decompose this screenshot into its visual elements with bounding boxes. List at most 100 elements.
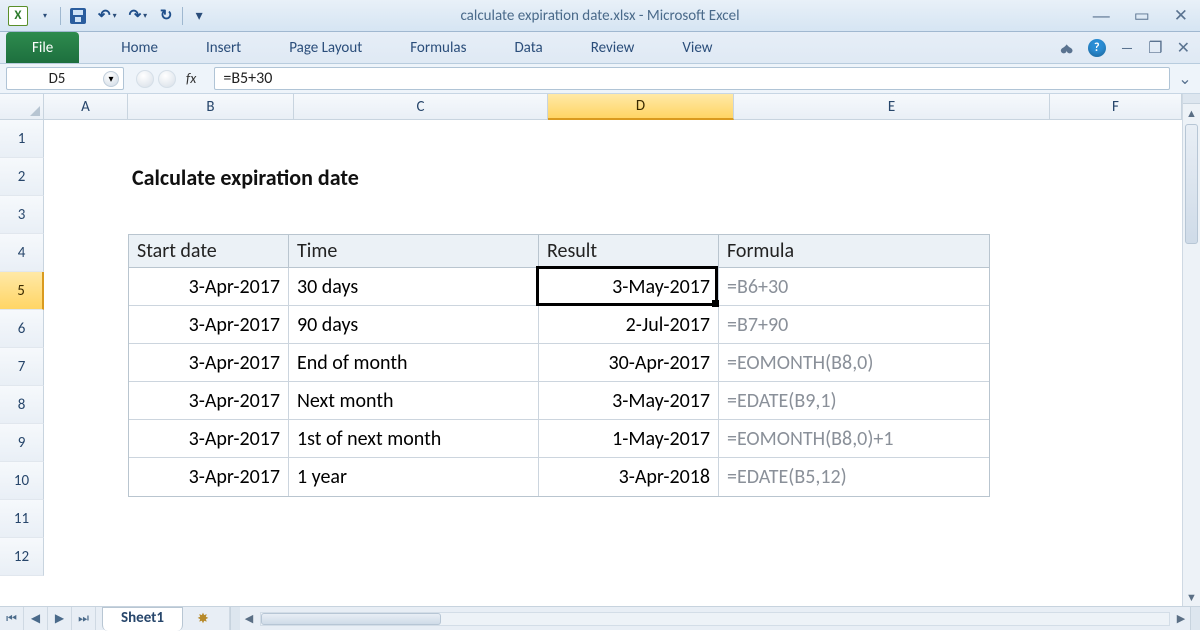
- workbook-minimize-button[interactable]: ―: [1120, 39, 1134, 58]
- cell-start[interactable]: 3-Apr-2017: [129, 268, 289, 305]
- save-button[interactable]: [67, 5, 89, 27]
- workbook-restore-button[interactable]: ❐: [1148, 38, 1162, 58]
- scroll-up-icon[interactable]: ▲: [1183, 104, 1200, 122]
- redo-button[interactable]: ↷: [126, 5, 151, 27]
- tab-view[interactable]: View: [658, 32, 736, 63]
- first-sheet-button[interactable]: ⏮: [0, 607, 24, 630]
- row-header-8[interactable]: 8: [0, 386, 44, 424]
- horizontal-scroll-thumb[interactable]: [261, 613, 441, 625]
- horizontal-scrollbar[interactable]: ◀ ▶: [229, 607, 1200, 630]
- formula-input[interactable]: =B5+30: [214, 67, 1170, 90]
- row-header-10[interactable]: 10: [0, 462, 44, 500]
- tab-insert[interactable]: Insert: [182, 32, 265, 63]
- new-sheet-button[interactable]: ✸: [189, 607, 217, 630]
- cell-result[interactable]: 3-May-2017: [539, 268, 719, 305]
- table-row[interactable]: 3-Apr-2017End of month30-Apr-2017=EOMONT…: [129, 344, 989, 382]
- file-tab[interactable]: File: [6, 32, 79, 63]
- help-icon[interactable]: ?: [1088, 39, 1106, 57]
- cell-formula[interactable]: =EDATE(B9,1): [719, 382, 989, 419]
- sheet-tab-sheet1[interactable]: Sheet1: [102, 607, 183, 631]
- table-row[interactable]: 3-Apr-201790 days2-Jul-2017=B7+90: [129, 306, 989, 344]
- table-row[interactable]: 3-Apr-20171st of next month1-May-2017=EO…: [129, 420, 989, 458]
- repeat-button[interactable]: ↻: [156, 5, 176, 27]
- scroll-right-icon[interactable]: ▶: [1172, 612, 1190, 625]
- cell-result[interactable]: 1-May-2017: [539, 420, 719, 457]
- select-all-cells[interactable]: [0, 94, 44, 120]
- cell-formula[interactable]: =EOMONTH(B8,0): [719, 344, 989, 381]
- qat-customize-dropdown[interactable]: ▾: [189, 5, 209, 27]
- row-header-3[interactable]: 3: [0, 196, 44, 234]
- row-header-2[interactable]: 2: [0, 158, 44, 196]
- cell-formula[interactable]: =EOMONTH(B8,0)+1: [719, 420, 989, 457]
- cell-formula[interactable]: =B7+90: [719, 306, 989, 343]
- prev-sheet-button[interactable]: ◀: [24, 607, 48, 630]
- cell-time[interactable]: 30 days: [289, 268, 539, 305]
- vertical-split-handle[interactable]: [1183, 94, 1200, 104]
- cell-time[interactable]: 1 year: [289, 458, 539, 496]
- vertical-scrollbar[interactable]: ▲ ▼: [1182, 94, 1200, 606]
- cell-time[interactable]: End of month: [289, 344, 539, 381]
- scroll-left-icon[interactable]: ◀: [240, 612, 258, 625]
- next-sheet-button[interactable]: ▶: [48, 607, 72, 630]
- cell-time[interactable]: 90 days: [289, 306, 539, 343]
- row-header-9[interactable]: 9: [0, 424, 44, 462]
- row-header-5[interactable]: 5: [0, 272, 44, 310]
- horizontal-split-handle[interactable]: [1190, 607, 1200, 630]
- vertical-scroll-thumb[interactable]: [1185, 124, 1198, 244]
- last-sheet-button[interactable]: ⏭: [72, 607, 96, 630]
- tab-data[interactable]: Data: [490, 32, 566, 63]
- row-header-1[interactable]: 1: [0, 120, 44, 158]
- column-header-B[interactable]: B: [128, 94, 294, 120]
- workbook-close-button[interactable]: ✕: [1177, 38, 1190, 58]
- worksheet-grid[interactable]: ABCDEF 123456789101112 Calculate expirat…: [0, 94, 1200, 606]
- vertical-scroll-track[interactable]: [1183, 122, 1200, 588]
- excel-app-icon[interactable]: X: [8, 6, 28, 26]
- cell-result[interactable]: 30-Apr-2017: [539, 344, 719, 381]
- tab-review[interactable]: Review: [567, 32, 659, 63]
- cell-result[interactable]: 2-Jul-2017: [539, 306, 719, 343]
- cell-start[interactable]: 3-Apr-2017: [129, 420, 289, 457]
- cell-start[interactable]: 3-Apr-2017: [129, 344, 289, 381]
- table-row[interactable]: 3-Apr-2017Next month3-May-2017=EDATE(B9,…: [129, 382, 989, 420]
- row-header-12[interactable]: 12: [0, 538, 44, 576]
- close-button[interactable]: ✕: [1174, 6, 1188, 26]
- cell-result[interactable]: 3-Apr-2018: [539, 458, 719, 496]
- save-icon: [70, 8, 86, 24]
- maximize-button[interactable]: ▭: [1134, 6, 1150, 26]
- cell-time[interactable]: Next month: [289, 382, 539, 419]
- cell-result[interactable]: 3-May-2017: [539, 382, 719, 419]
- tab-split-handle[interactable]: [230, 607, 240, 630]
- column-header-F[interactable]: F: [1050, 94, 1182, 120]
- column-header-A[interactable]: A: [44, 94, 128, 120]
- cell-start[interactable]: 3-Apr-2017: [129, 306, 289, 343]
- row-header-7[interactable]: 7: [0, 348, 44, 386]
- formula-text: =B5+30: [223, 69, 272, 88]
- cell-formula[interactable]: =B6+30: [719, 268, 989, 305]
- undo-button[interactable]: ↶: [95, 5, 120, 27]
- cell-start[interactable]: 3-Apr-2017: [129, 382, 289, 419]
- ribbon-minimize-icon[interactable]: ❤: [1060, 38, 1073, 58]
- row-header-11[interactable]: 11: [0, 500, 44, 538]
- horizontal-scroll-track[interactable]: [260, 612, 1170, 626]
- tab-formulas[interactable]: Formulas: [386, 32, 490, 63]
- cell-formula[interactable]: =EDATE(B5,12): [719, 458, 989, 496]
- name-box-value: D5: [11, 70, 103, 88]
- name-box[interactable]: D5 ▾: [6, 67, 124, 90]
- tab-home[interactable]: Home: [97, 32, 182, 63]
- tab-page-layout[interactable]: Page Layout: [265, 32, 386, 63]
- column-header-E[interactable]: E: [734, 94, 1050, 120]
- expand-formula-bar-icon[interactable]: ⌄: [1176, 67, 1194, 90]
- row-header-4[interactable]: 4: [0, 234, 44, 272]
- table-row[interactable]: 3-Apr-20171 year3-Apr-2018=EDATE(B5,12): [129, 458, 989, 496]
- name-box-dropdown-icon[interactable]: ▾: [103, 71, 119, 87]
- scroll-down-icon[interactable]: ▼: [1183, 588, 1200, 606]
- cell-time[interactable]: 1st of next month: [289, 420, 539, 457]
- row-header-6[interactable]: 6: [0, 310, 44, 348]
- insert-function-button[interactable]: fx: [180, 70, 202, 87]
- cell-start[interactable]: 3-Apr-2017: [129, 458, 289, 496]
- minimize-button[interactable]: ―: [1093, 6, 1110, 26]
- app-menu-dropdown[interactable]: [34, 5, 54, 27]
- column-header-C[interactable]: C: [294, 94, 548, 120]
- column-header-D[interactable]: D: [548, 94, 734, 120]
- table-row[interactable]: 3-Apr-201730 days3-May-2017=B6+30: [129, 268, 989, 306]
